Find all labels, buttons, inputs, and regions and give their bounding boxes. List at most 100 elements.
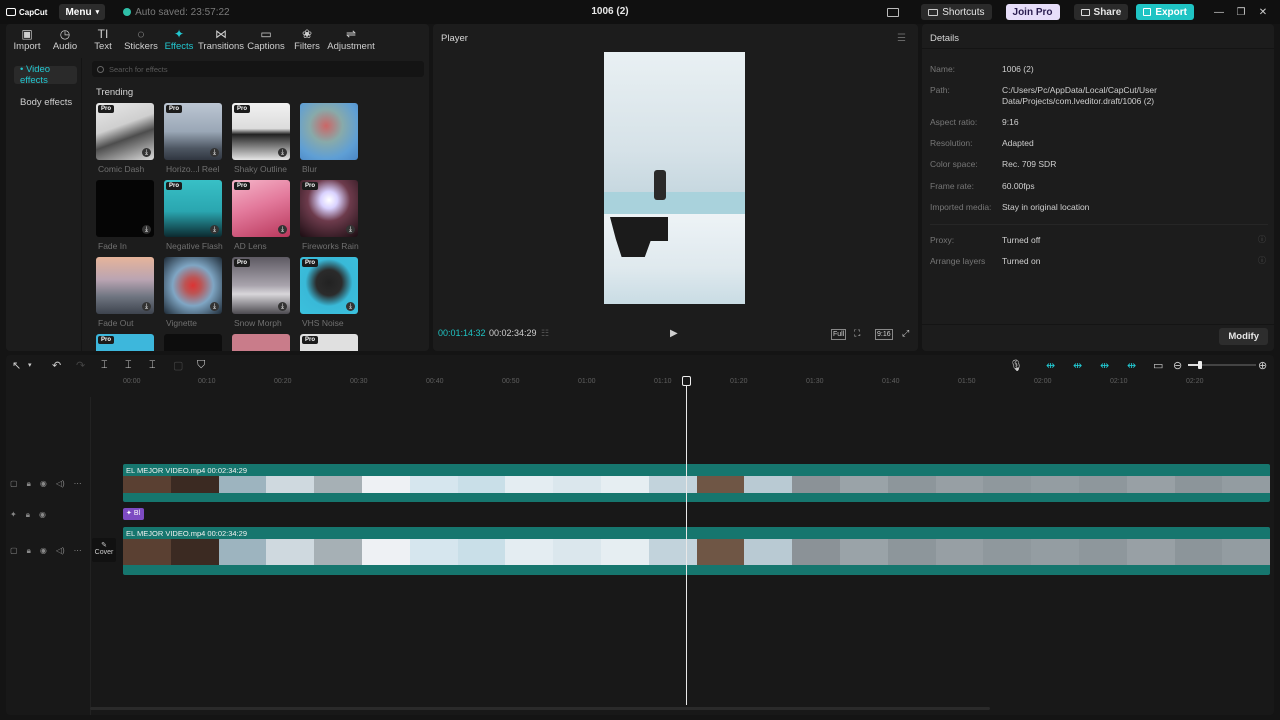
linkage-icon[interactable]: ⇹ (1100, 359, 1109, 372)
download-icon[interactable]: ⤓ (210, 225, 219, 234)
sidebar-item-body-effects[interactable]: Body effects (14, 93, 77, 111)
download-icon[interactable]: ⤓ (346, 302, 355, 311)
microphone-icon[interactable]: 🎙 (1009, 359, 1023, 372)
fullscreen-icon[interactable]: ⤢ (902, 328, 909, 339)
effect-thumb[interactable]: Pro ⤓ (232, 257, 290, 314)
full-quality-button[interactable]: Full (831, 329, 847, 340)
search-input[interactable]: Search for effects (92, 61, 424, 77)
playhead[interactable] (686, 377, 687, 705)
play-icon[interactable]: ▶ (670, 328, 678, 339)
download-icon[interactable]: ⤓ (278, 302, 287, 311)
download-icon[interactable]: ⤓ (142, 302, 151, 311)
timeline-scrollbar[interactable] (90, 707, 990, 710)
undo-icon[interactable]: ↶ (52, 359, 61, 372)
tab-import[interactable]: ▣ Import (8, 24, 46, 54)
lock-icon[interactable]: 🔒︎ (26, 510, 30, 520)
layout-icon[interactable] (887, 7, 900, 17)
tab-audio[interactable]: ◷ Audio (46, 24, 84, 54)
effect-thumb[interactable]: Pro (96, 334, 154, 351)
lock-icon[interactable]: 🔒︎ (27, 546, 31, 556)
effect-thumb[interactable]: ⤓ (96, 180, 154, 237)
minimize-icon[interactable]: — (1208, 7, 1230, 18)
fit-icon[interactable]: ⛶ (854, 328, 860, 339)
effect-thumb[interactable]: Pro ⤓ (164, 103, 222, 160)
split-icon[interactable]: ⌶ (101, 359, 108, 372)
split-right-icon[interactable]: ⌶ (149, 359, 156, 372)
effect-thumb[interactable]: ⤓ (164, 257, 222, 314)
shortcuts-button[interactable]: Shortcuts (921, 4, 992, 20)
redo-icon[interactable]: ↷ (76, 359, 85, 372)
maximize-icon[interactable]: ❐ (1230, 7, 1252, 18)
preview-axis-icon[interactable]: ⇹ (1127, 359, 1136, 372)
tab-filters[interactable]: ❀ Filters (288, 24, 326, 54)
export-button[interactable]: Export (1136, 4, 1194, 20)
effect-thumb[interactable]: Pro ⤓ (300, 180, 358, 237)
effect-thumb[interactable]: Pro (300, 334, 358, 351)
eye-icon[interactable]: ◉ (40, 546, 47, 556)
list-icon[interactable]: ☷ (541, 328, 549, 339)
export-label: Export (1155, 6, 1187, 18)
captions-toggle-icon[interactable]: ▭ (1153, 359, 1163, 372)
effect-thumb[interactable] (164, 334, 222, 351)
effect-clip[interactable]: ✦ Bl (123, 508, 144, 520)
select-cursor-icon[interactable]: ↖ (12, 359, 21, 372)
eye-icon[interactable]: ◉ (39, 510, 46, 520)
sidebar-item-video-effects[interactable]: • Video effects (14, 64, 77, 86)
tab-captions[interactable]: ▭ Captions (244, 24, 288, 54)
shield-icon[interactable]: ⛉ (197, 359, 205, 372)
video-preview[interactable] (604, 52, 745, 304)
menu-icon[interactable]: ☰ (897, 33, 906, 44)
tab-stickers[interactable]: ◌ Stickers (122, 24, 160, 54)
zoom-slider-handle[interactable] (1198, 361, 1202, 369)
tab-text[interactable]: TI Text (84, 24, 122, 54)
effect-thumb[interactable]: Pro ⤓ (300, 257, 358, 314)
volume-icon[interactable]: ◁) (56, 479, 65, 489)
snap-link-icon[interactable]: ⇹ (1046, 359, 1055, 372)
effect-thumb[interactable] (300, 103, 358, 160)
zoom-in-icon[interactable]: ⊕ (1258, 359, 1267, 372)
share-button[interactable]: Share (1073, 4, 1129, 20)
aspect-ratio-button[interactable]: 9:16 (875, 329, 893, 340)
detail-value: Turned off (1002, 235, 1041, 245)
cover-button[interactable]: ✎ Cover (92, 538, 116, 562)
download-icon[interactable]: ⤓ (210, 148, 219, 157)
download-icon[interactable]: ⤓ (210, 302, 219, 311)
zoom-out-icon[interactable]: ⊖ (1173, 359, 1182, 372)
download-icon[interactable]: ⤓ (278, 225, 287, 234)
tab-effects[interactable]: ✦ Effects (160, 24, 198, 54)
modify-button[interactable]: Modify (1219, 328, 1268, 345)
tab-transitions[interactable]: ⋈ Transitions (198, 24, 244, 54)
playhead-handle[interactable] (682, 376, 691, 386)
download-icon[interactable]: ⤓ (278, 148, 287, 157)
download-icon[interactable]: ⤓ (142, 225, 151, 234)
delete-icon[interactable]: ▢ (173, 359, 183, 372)
tab-adjustment[interactable]: ⇌ Adjustment (326, 24, 376, 54)
volume-icon[interactable]: ◁) (56, 546, 65, 556)
more-icon[interactable]: ⋯ (74, 546, 82, 556)
video-clip-overlay[interactable]: EL MEJOR VIDEO.mp4 00:02:34:29 (123, 464, 1271, 502)
effect-thumb[interactable]: Pro ⤓ (164, 180, 222, 237)
info-icon[interactable]: ⓘ (1258, 255, 1266, 266)
effect-thumb[interactable] (232, 334, 290, 351)
close-icon[interactable]: ✕ (1252, 7, 1274, 18)
eye-icon[interactable]: ◉ (40, 479, 47, 489)
auto-snap-icon[interactable]: ⇹ (1073, 359, 1082, 372)
effect-thumb[interactable]: Pro ⤓ (96, 103, 154, 160)
zoom-slider[interactable] (1188, 361, 1256, 369)
effect-thumb[interactable]: Pro ⤓ (232, 180, 290, 237)
download-icon[interactable]: ⤓ (142, 148, 151, 157)
effect-thumb[interactable]: ⤓ (96, 257, 154, 314)
effect-thumb[interactable]: Pro ⤓ (232, 103, 290, 160)
track-header-divider (90, 397, 91, 715)
chevron-down-icon[interactable]: ▾ (28, 361, 32, 369)
detail-value: Turned on (1002, 256, 1041, 266)
info-icon[interactable]: ⓘ (1258, 234, 1266, 245)
menu-button[interactable]: Menu ▾ (59, 4, 106, 20)
join-pro-button[interactable]: Join Pro (1005, 4, 1060, 20)
timeline-ruler[interactable]: 00:00 00:10 00:20 00:30 00:40 00:50 01:0… (123, 377, 1273, 389)
download-icon[interactable]: ⤓ (346, 225, 355, 234)
split-left-icon[interactable]: ⌶ (125, 359, 132, 372)
more-icon[interactable]: ⋯ (74, 479, 82, 489)
video-clip-main[interactable]: EL MEJOR VIDEO.mp4 00:02:34:29 (123, 527, 1271, 575)
lock-icon[interactable]: 🔒︎ (27, 479, 31, 489)
